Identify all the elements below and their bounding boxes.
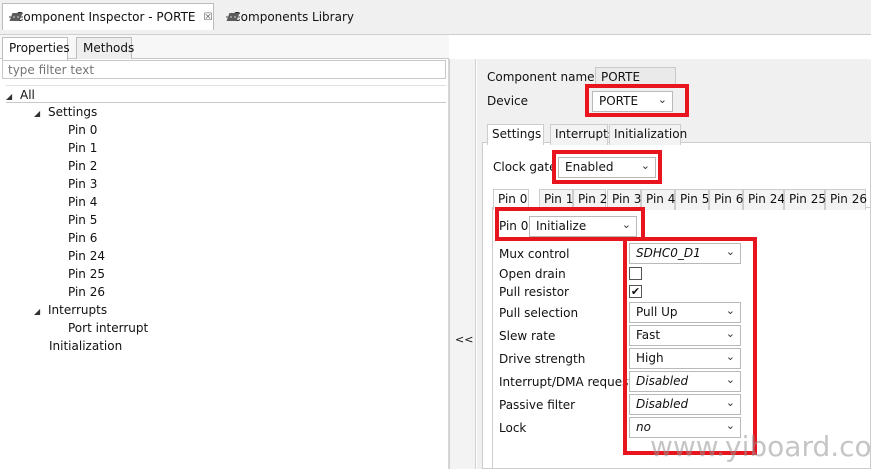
view-tab-bar: Component Inspector - PORTE ☒ Components… xyxy=(0,0,871,35)
tree-item-interrupts[interactable]: ◢ Interrupts xyxy=(34,301,107,319)
tab-pin-25[interactable]: Pin 25 xyxy=(784,189,826,210)
drive-strength-label: Drive strength xyxy=(499,352,586,366)
highlight-pin-mode xyxy=(495,207,645,241)
tree-item-pin[interactable]: Pin 3 xyxy=(68,175,97,193)
tree-item-pin[interactable]: Pin 0 xyxy=(68,121,97,139)
tree-item-initialization[interactable]: Initialization xyxy=(49,337,122,355)
tree-item-pin[interactable]: Pin 5 xyxy=(68,211,97,229)
expand-arrow-icon[interactable]: ◢ xyxy=(34,303,48,321)
tree-item-settings[interactable]: ◢ Settings xyxy=(34,103,97,121)
tab-initialization[interactable]: Initialization xyxy=(609,124,687,145)
tab-pin-4[interactable]: Pin 4 xyxy=(641,189,675,210)
tab-pin-6[interactable]: Pin 6 xyxy=(709,189,743,210)
device-label: Device xyxy=(487,94,529,108)
tree-item-pin[interactable]: Pin 26 xyxy=(68,283,105,301)
pull-resistor-label: Pull resistor xyxy=(499,285,569,299)
highlight-clock-gate xyxy=(552,150,662,184)
collapse-button[interactable]: << xyxy=(455,333,473,346)
inspector-panel: Component name PORTE Device PORTE ⌄ Setti… xyxy=(477,59,871,469)
pull-selection-label: Pull selection xyxy=(499,306,579,320)
tree-item-pin[interactable]: Pin 6 xyxy=(68,229,97,247)
passive-filter-label: Passive filter xyxy=(499,398,576,412)
tab-interrupts[interactable]: Interrupts xyxy=(550,124,614,145)
close-icon[interactable]: ☒ xyxy=(203,12,212,23)
highlight-device xyxy=(585,84,689,117)
tree-item-pin[interactable]: Pin 2 xyxy=(68,157,97,175)
lock-label: Lock xyxy=(499,421,527,435)
tab-component-inspector[interactable]: Component Inspector - PORTE ☒ xyxy=(2,3,214,30)
tab-settings[interactable]: Settings xyxy=(487,124,544,145)
clock-gate-label: Clock gate xyxy=(493,160,557,174)
collapse-bar: << xyxy=(449,59,476,469)
filter-input[interactable] xyxy=(2,60,446,79)
component-name-label: Component name xyxy=(487,70,595,84)
subtab-bar: Properties Methods xyxy=(0,35,449,60)
mux-control-label: Mux control xyxy=(499,247,570,261)
highlight-pin-properties xyxy=(623,237,757,455)
tree-item-pin[interactable]: Pin 24 xyxy=(68,247,105,265)
open-drain-label: Open drain xyxy=(499,267,566,281)
tab-pin-24[interactable]: Pin 24 xyxy=(743,189,785,210)
slew-rate-label: Slew rate xyxy=(499,329,556,343)
watermark: www.yiboard.com xyxy=(650,430,871,463)
tree-item-pin[interactable]: Pin 1 xyxy=(68,139,97,157)
expand-arrow-icon[interactable]: ◢ xyxy=(34,105,48,123)
interrupt-dma-label: Interrupt/DMA request xyxy=(499,375,634,389)
tree-item-pin[interactable]: Pin 25 xyxy=(68,265,105,283)
tree-item-all[interactable]: ◢ All xyxy=(6,85,446,103)
tab-label: Components Library xyxy=(232,9,354,24)
tab-properties[interactable]: Properties xyxy=(2,37,70,60)
tab-components-library[interactable]: Components Library xyxy=(220,3,360,30)
expand-arrow-icon[interactable]: ◢ xyxy=(6,88,20,106)
tab-methods[interactable]: Methods xyxy=(76,37,134,59)
tab-label: Component Inspector - PORTE xyxy=(15,10,196,24)
tab-pin-26[interactable]: Pin 26 xyxy=(825,189,867,210)
properties-panel: Properties Methods ◢All ◢Settings Pin 0 … xyxy=(0,35,449,469)
tree-item-port-interrupt[interactable]: Port interrupt xyxy=(68,319,148,337)
tab-pin-5[interactable]: Pin 5 xyxy=(675,189,709,210)
tree-item-pin[interactable]: Pin 4 xyxy=(68,193,97,211)
